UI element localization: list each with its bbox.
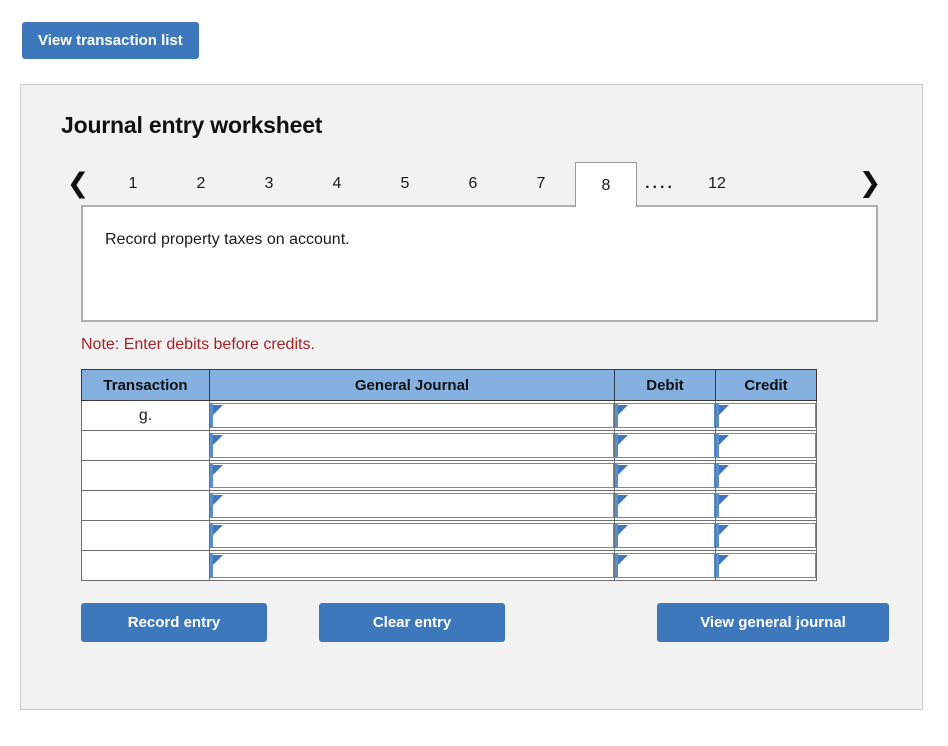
table-row <box>81 520 817 551</box>
credit-input[interactable] <box>716 493 816 518</box>
general-journal-input[interactable] <box>210 433 614 458</box>
tab-4[interactable]: 4 <box>303 162 371 205</box>
debit-input-cell[interactable] <box>614 490 716 521</box>
general-journal-input[interactable] <box>210 403 614 428</box>
debit-input-cell[interactable] <box>614 550 716 581</box>
general-journal-input-cell[interactable] <box>209 400 615 431</box>
general-journal-input[interactable] <box>210 553 614 578</box>
column-header-credit: Credit <box>715 369 817 401</box>
transaction-label-cell: g. <box>81 400 210 431</box>
table-header-row: Transaction General Journal Debit Credit <box>81 369 817 401</box>
table-row <box>81 550 817 581</box>
clear-entry-button[interactable]: Clear entry <box>319 603 505 643</box>
general-journal-input-cell[interactable] <box>209 550 615 581</box>
credit-input-cell[interactable] <box>715 550 817 581</box>
transaction-description-box: Record property taxes on account. <box>81 205 878 322</box>
general-journal-input[interactable] <box>210 463 614 488</box>
debit-input-cell[interactable] <box>614 430 716 461</box>
credit-input-cell[interactable] <box>715 520 817 551</box>
credit-input-cell[interactable] <box>715 490 817 521</box>
credit-input[interactable] <box>716 403 816 428</box>
table-row <box>81 430 817 461</box>
debit-input[interactable] <box>615 463 715 488</box>
tab-3[interactable]: 3 <box>235 162 303 205</box>
transaction-label-cell <box>81 460 210 491</box>
debit-input[interactable] <box>615 433 715 458</box>
transaction-label-cell <box>81 520 210 551</box>
table-row: g. <box>81 400 817 431</box>
debit-input[interactable] <box>615 493 715 518</box>
credit-input-cell[interactable] <box>715 400 817 431</box>
chevron-left-icon[interactable]: ❮ <box>61 169 95 197</box>
credit-input-cell[interactable] <box>715 430 817 461</box>
journal-entry-table: Transaction General Journal Debit Credit… <box>81 369 817 581</box>
column-header-debit: Debit <box>614 369 716 401</box>
debit-input-cell[interactable] <box>614 460 716 491</box>
journal-entry-worksheet-panel: Journal entry worksheet ❮ 1 2 3 4 5 6 7 … <box>20 84 923 710</box>
view-transaction-list-button[interactable]: View transaction list <box>22 22 199 60</box>
tab-6[interactable]: 6 <box>439 162 507 205</box>
column-header-transaction: Transaction <box>81 369 210 401</box>
transaction-description-text: Record property taxes on account. <box>105 231 350 248</box>
tab-ellipsis: .... <box>645 174 675 192</box>
general-journal-input-cell[interactable] <box>209 520 615 551</box>
general-journal-input[interactable] <box>210 493 614 518</box>
column-header-general-journal: General Journal <box>209 369 615 401</box>
credit-input[interactable] <box>716 523 816 548</box>
table-row <box>81 460 817 491</box>
action-button-row: Record entry Clear entry View general jo… <box>81 603 889 643</box>
chevron-right-icon[interactable]: ❯ <box>853 169 887 197</box>
transaction-label-cell <box>81 550 210 581</box>
credit-input[interactable] <box>716 553 816 578</box>
transaction-label-cell <box>81 430 210 461</box>
debit-input-cell[interactable] <box>614 400 716 431</box>
general-journal-input-cell[interactable] <box>209 490 615 521</box>
table-row <box>81 490 817 521</box>
general-journal-input-cell[interactable] <box>209 430 615 461</box>
tab-2[interactable]: 2 <box>167 162 235 205</box>
debit-input-cell[interactable] <box>614 520 716 551</box>
view-general-journal-button[interactable]: View general journal <box>657 603 889 643</box>
credit-input[interactable] <box>716 433 816 458</box>
record-entry-button[interactable]: Record entry <box>81 603 267 643</box>
journal-table-wrapper: Transaction General Journal Debit Credit… <box>81 369 817 581</box>
credit-input-cell[interactable] <box>715 460 817 491</box>
tab-5[interactable]: 5 <box>371 162 439 205</box>
tab-12[interactable]: 12 <box>683 162 751 205</box>
credit-input[interactable] <box>716 463 816 488</box>
debits-before-credits-note: Note: Enter debits before credits. <box>81 336 315 353</box>
transaction-label-cell <box>81 490 210 521</box>
debit-input[interactable] <box>615 523 715 548</box>
general-journal-input[interactable] <box>210 523 614 548</box>
worksheet-tab-strip: ❮ 1 2 3 4 5 6 7 8 .... 12 ❯ <box>61 161 922 207</box>
debit-input[interactable] <box>615 403 715 428</box>
page-title: Journal entry worksheet <box>61 112 323 138</box>
debit-input[interactable] <box>615 553 715 578</box>
tab-1[interactable]: 1 <box>99 162 167 205</box>
general-journal-input-cell[interactable] <box>209 460 615 491</box>
tab-8[interactable]: 8 <box>575 161 637 207</box>
tab-7[interactable]: 7 <box>507 162 575 205</box>
top-bar: View transaction list <box>0 0 948 60</box>
